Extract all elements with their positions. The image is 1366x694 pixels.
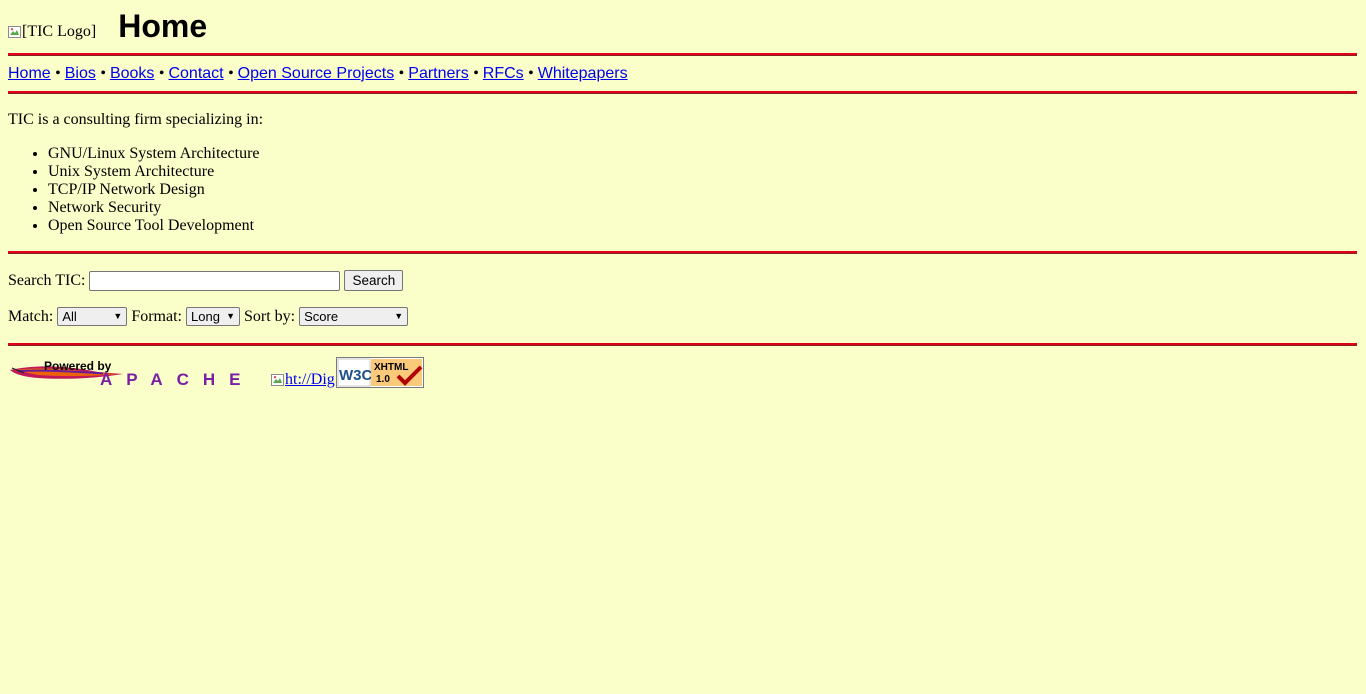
sort-select-value: Score — [304, 309, 339, 324]
sort-select[interactable]: Score ▼ — [299, 307, 409, 326]
match-select-value: All — [62, 309, 77, 324]
search-input[interactable] — [89, 270, 341, 291]
nav-link-home[interactable]: Home — [8, 65, 51, 82]
match-select[interactable]: All ▼ — [57, 307, 128, 326]
w3c-xhtml-badge: W3C XHTML 1.0 — [335, 357, 424, 388]
nav-link-rfcs[interactable]: RFCs — [483, 65, 524, 82]
nav-link-open-source-projects[interactable]: Open Source Projects — [238, 65, 395, 82]
list-item: Unix System Architecture — [48, 163, 260, 181]
divider — [8, 251, 1357, 254]
divider — [8, 53, 1357, 56]
nav-link-books[interactable]: Books — [110, 65, 154, 82]
page-header: [TIC Logo] Home — [8, 0, 207, 50]
apache-link[interactable]: Powered by APACHE — [8, 358, 267, 388]
intro-text: TIC is a consulting firm specializing in… — [8, 111, 264, 128]
w3c-validator-link[interactable]: W3C XHTML 1.0 — [335, 357, 424, 388]
format-select[interactable]: Long ▼ — [186, 307, 240, 326]
w3c-badge-right-top-text: XHTML — [374, 362, 408, 373]
nav-separator: • — [528, 65, 538, 82]
footer-badges: Powered by APACHE ht://Dig W3C XHTML 1.0 — [8, 356, 424, 388]
w3c-badge-left-text: W3C — [339, 367, 373, 384]
nav-separator: • — [473, 65, 483, 82]
divider — [8, 91, 1357, 94]
htdig-link[interactable]: ht://Dig — [271, 371, 335, 389]
divider — [8, 343, 1357, 346]
chevron-down-icon: ▼ — [226, 311, 235, 321]
nav-link-partners[interactable]: Partners — [408, 65, 468, 82]
broken-image-icon — [271, 373, 285, 387]
search-button[interactable]: Search — [344, 270, 404, 291]
format-select-value: Long — [191, 309, 220, 324]
nav-link-whitepapers[interactable]: Whitepapers — [538, 65, 628, 82]
list-item: Open Source Tool Development — [48, 217, 260, 235]
chevron-down-icon: ▼ — [394, 311, 404, 321]
page-title: Home — [118, 8, 208, 44]
tic-logo: [TIC Logo] — [8, 23, 96, 41]
broken-image-icon — [8, 25, 22, 39]
htdig-alt-text: ht://Dig — [285, 371, 335, 388]
tic-logo-alt-text: [TIC Logo] — [22, 23, 97, 40]
nav-separator: • — [398, 65, 409, 82]
chevron-down-icon: ▼ — [113, 311, 123, 321]
list-item: Network Security — [48, 199, 260, 217]
list-item: GNU/Linux System Architecture — [48, 145, 260, 163]
w3c-badge-right-bottom-text: 1.0 — [376, 374, 390, 385]
nav-separator: • — [228, 65, 238, 82]
main-nav: Home • Bios • Books • Contact • Open Sou… — [8, 64, 628, 84]
apache-powered-badge: Powered by APACHE — [10, 359, 255, 388]
nav-separator: • — [100, 65, 110, 82]
apache-badge-bottom-text: APACHE — [100, 370, 255, 388]
nav-link-contact[interactable]: Contact — [168, 65, 223, 82]
search-label: Search TIC: — [8, 271, 86, 289]
nav-link-bios[interactable]: Bios — [65, 65, 96, 82]
match-label: Match: — [8, 307, 54, 325]
search-options: Match: All ▼ Format: Long ▼ Sort by: Sco… — [8, 307, 412, 326]
specialties-list: GNU/Linux System Architecture Unix Syste… — [8, 145, 260, 235]
page: [TIC Logo] Home Home • Bios • Books • Co… — [0, 0, 1366, 694]
format-label: Format: — [131, 307, 182, 325]
search-form: Search TIC: Search — [8, 270, 404, 291]
sort-label: Sort by: — [244, 307, 296, 325]
list-item: TCP/IP Network Design — [48, 181, 260, 199]
nav-separator: • — [55, 65, 65, 82]
